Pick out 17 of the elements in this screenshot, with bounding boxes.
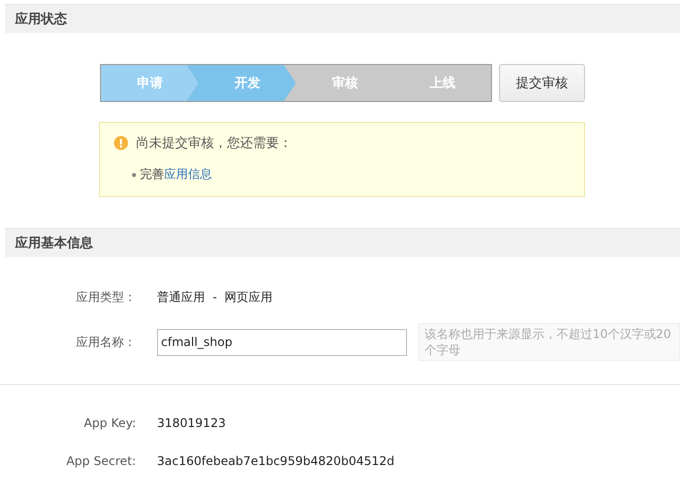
hint-text: 该名称也用于来源显示，不超过10个汉字或20个字母: [418, 323, 680, 361]
app-key-value: 318019123: [157, 416, 226, 430]
notice-message: 尚未提交审核，您还需要：: [136, 135, 292, 152]
app-secret-value: 3ac160febeab7e1bc959b4820b04512d: [157, 454, 394, 468]
app-type-value: 普通应用 - 网页应用: [157, 289, 273, 306]
submit-button[interactable]: 提交审核: [499, 64, 585, 102]
field-label: App Key:: [82, 416, 136, 430]
app-name-field[interactable]: cfmall_shop: [157, 328, 406, 356]
field-label: App Secret:: [65, 454, 136, 468]
notice-item: 完善应用信息: [140, 166, 212, 183]
section-header: 应用状态: [5, 4, 680, 33]
app-info-link[interactable]: 应用信息: [164, 167, 212, 181]
field-label: 应用名称：: [75, 334, 136, 350]
exclamation-icon: [114, 136, 128, 150]
section-header: 应用基本信息: [5, 228, 680, 257]
bullet-icon: [132, 172, 136, 176]
field-label: 应用类型：: [75, 289, 136, 306]
